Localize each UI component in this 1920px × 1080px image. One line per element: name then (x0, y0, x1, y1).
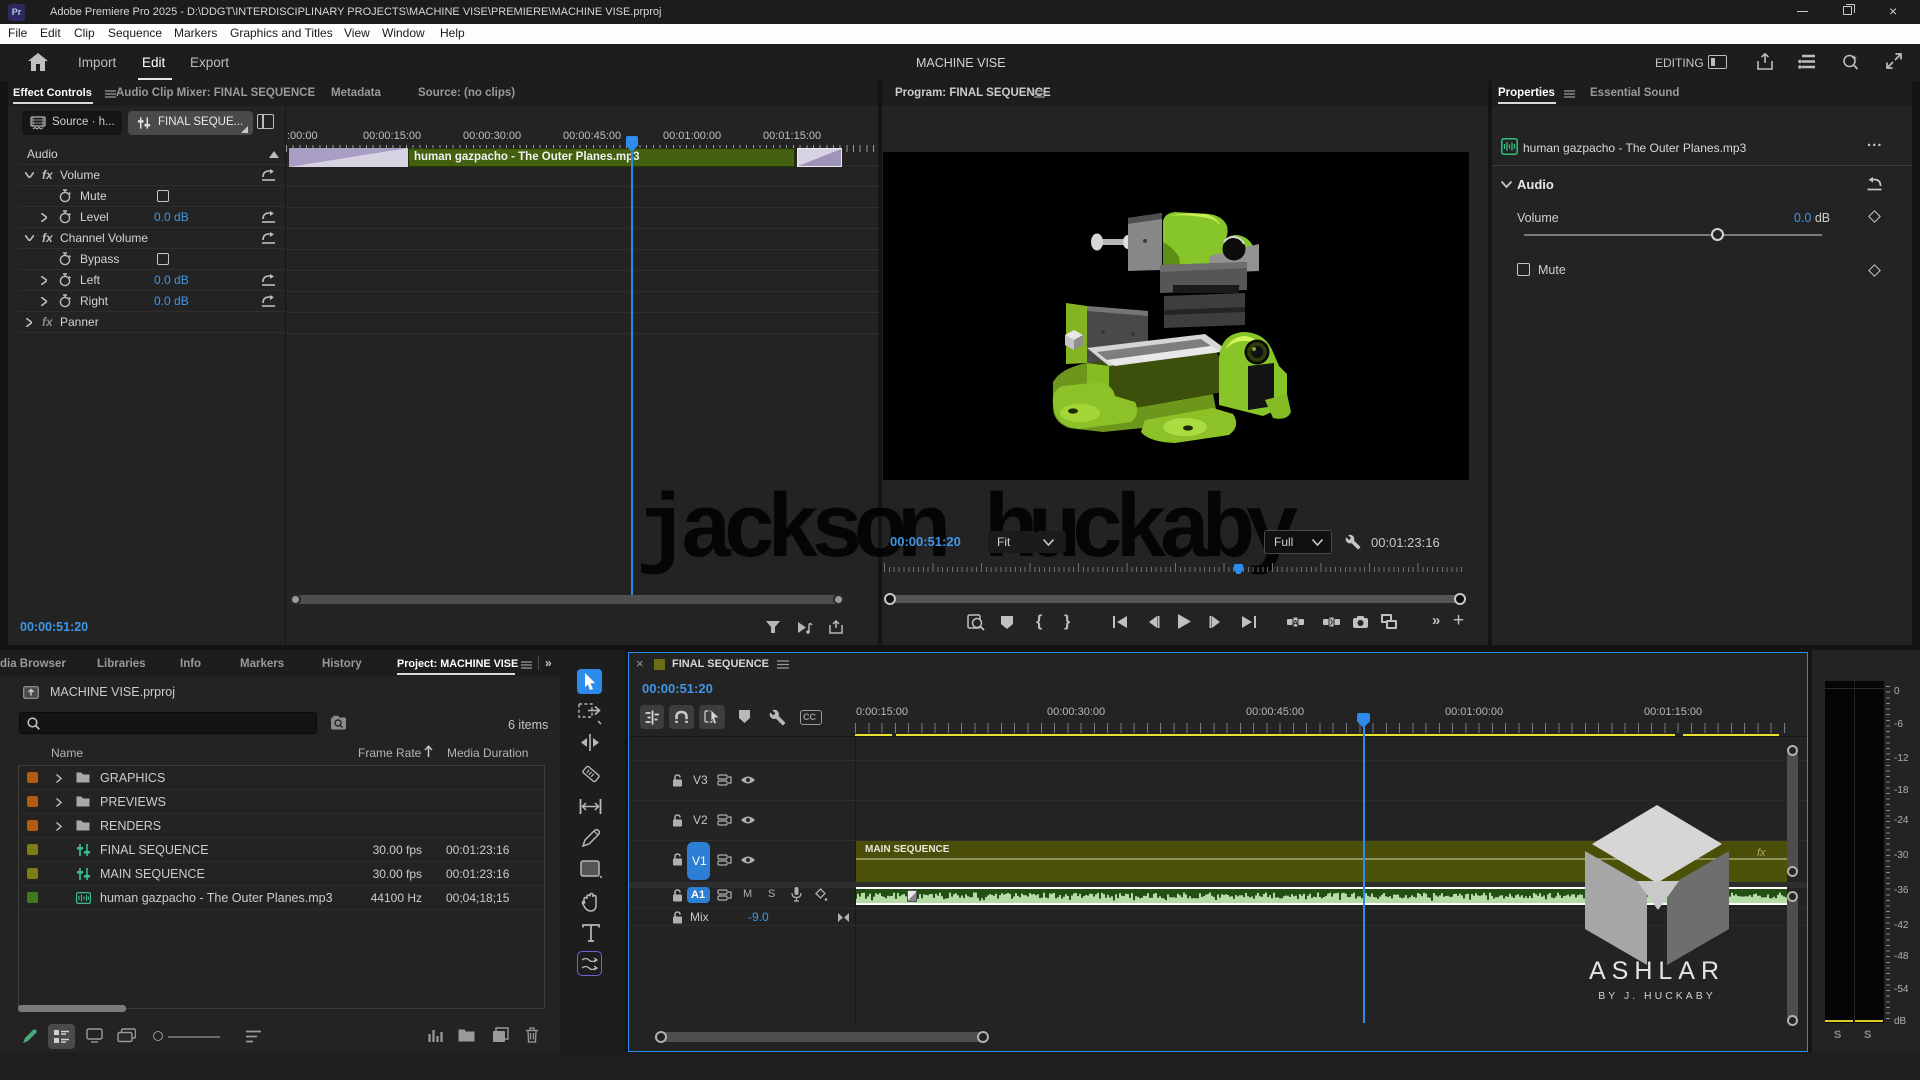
svg-text:A: A (1293, 620, 1298, 627)
svg-text:BY J. HUCKABY: BY J. HUCKABY (1598, 990, 1716, 1002)
svg-text:ASHLAR: ASHLAR (1589, 957, 1725, 985)
